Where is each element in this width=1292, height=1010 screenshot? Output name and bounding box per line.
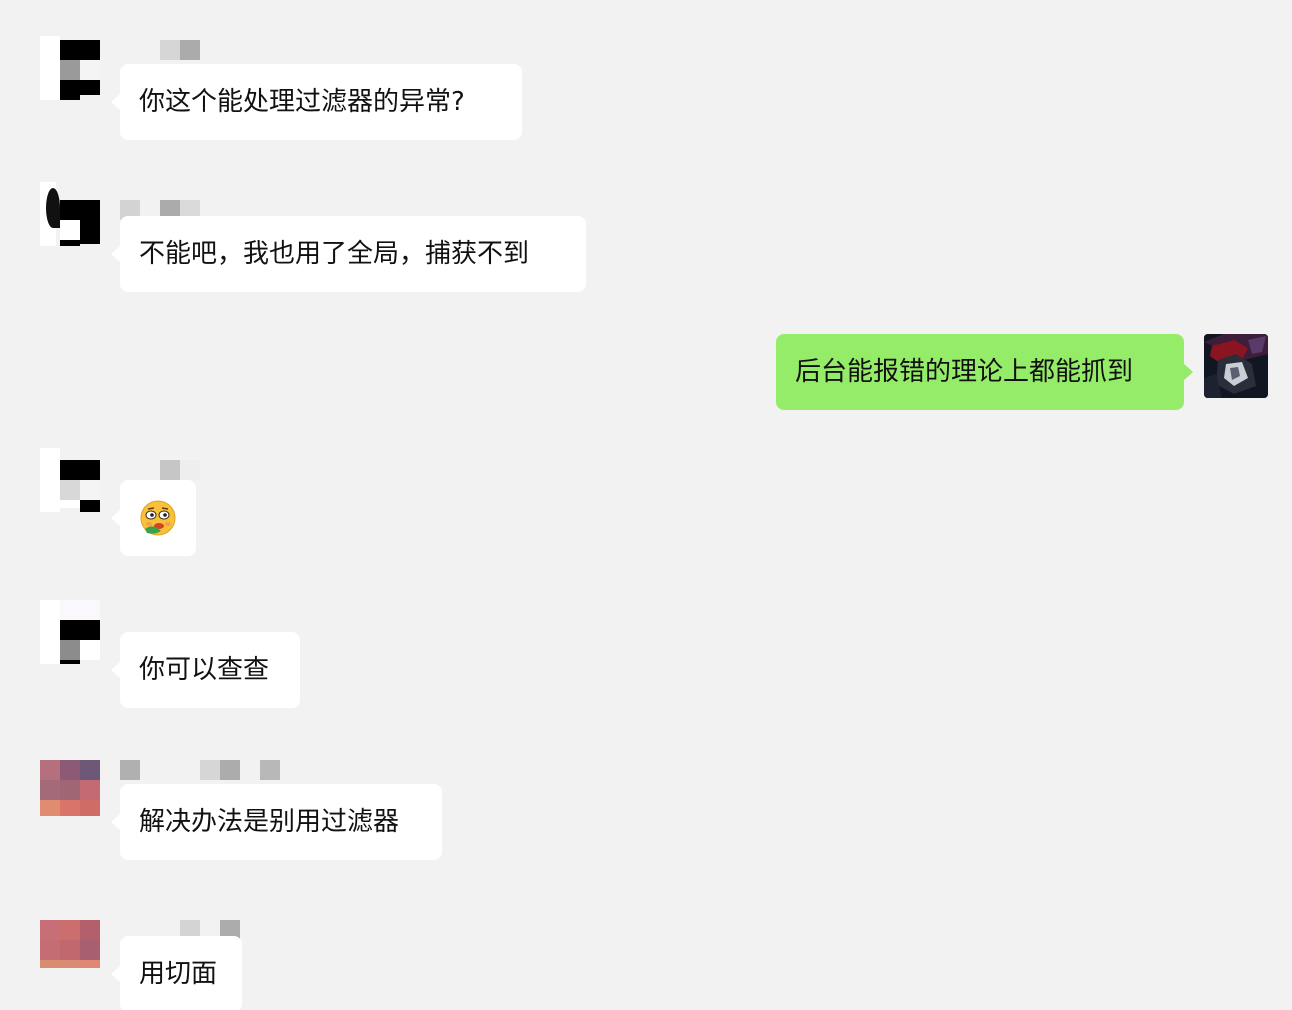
own-avatar[interactable] [1204,334,1268,398]
message-bubble[interactable]: 不能吧，我也用了全局，捕获不到 [111,216,586,292]
message-text: 你可以查查 [139,655,270,685]
sender-name-redacted [160,40,200,60]
sender-avatar[interactable] [36,752,100,816]
sender-name-redacted [160,460,200,480]
message-text: 不能吧，我也用了全局，捕获不到 [139,239,530,269]
own-avatar-image [1204,334,1268,398]
thinking-face-emoji [140,500,176,536]
sender-avatar[interactable] [36,182,100,246]
own-message-bubble[interactable]: 后台能报错的理论上都能抓到 [776,334,1193,410]
message-bubble[interactable]: 解决办法是别用过滤器 [111,784,442,860]
sender-avatar[interactable] [36,904,100,968]
message-text: 解决办法是别用过滤器 [139,807,400,837]
message-bubble[interactable]: 你可以查查 [111,632,300,708]
sender-avatar[interactable] [36,36,100,100]
message-text: 你这个能处理过滤器的异常? [139,87,465,117]
message-text: 后台能报错的理论上都能抓到 [795,357,1134,387]
chat-window: 你这个能处理过滤器的异常? 不能吧，我也用了全局，捕获不到 后台能报错的理论上都… [0,0,1292,1010]
sender-avatar[interactable] [36,448,100,512]
message-text: 用切面 [139,959,218,989]
message-bubble[interactable] [111,480,196,556]
sender-name-redacted [120,760,280,780]
message-bubble[interactable]: 你这个能处理过滤器的异常? [111,64,522,140]
message-bubble[interactable]: 用切面 [111,936,242,1010]
sender-avatar[interactable] [36,600,100,664]
